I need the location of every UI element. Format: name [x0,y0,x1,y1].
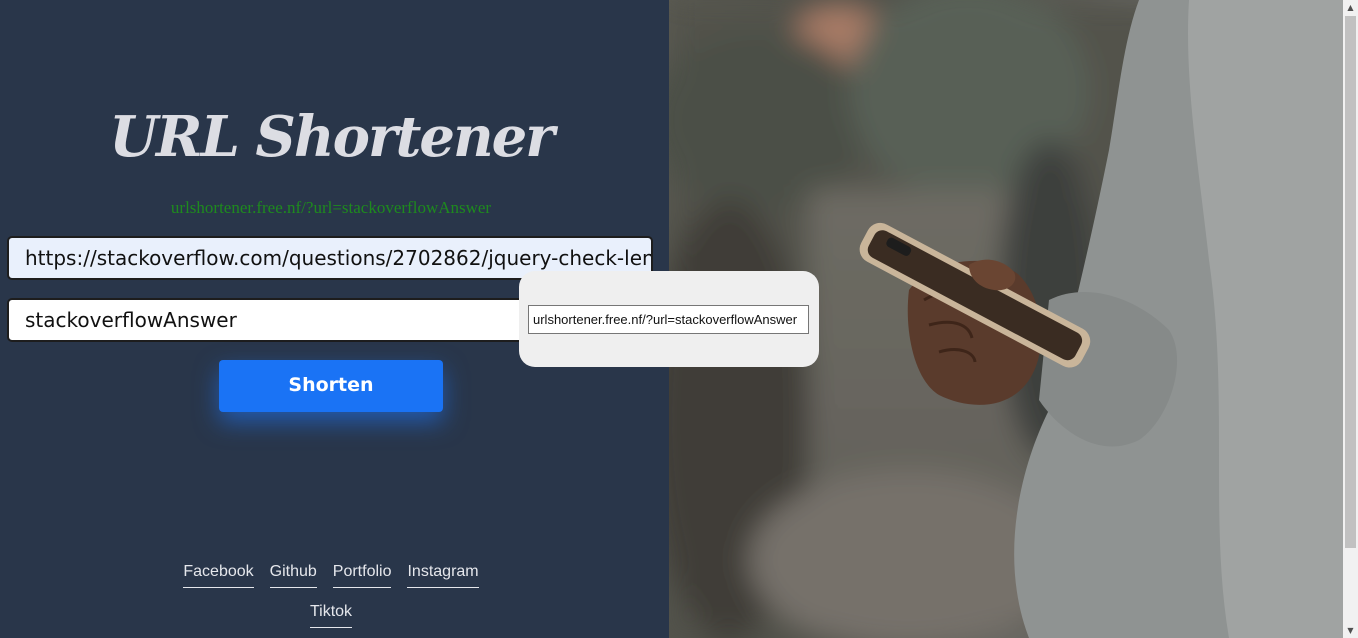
copy-popup: urlshortener.free.nf/?url=stackoverflowA… [519,271,819,367]
page-title: URL Shortener [109,104,555,170]
footer-links: Facebook Github Portfolio Instagram Tikt… [0,563,662,638]
scroll-up-arrow-icon[interactable]: ▲ [1343,0,1358,15]
github-link[interactable]: Github [269,563,317,588]
copy-url-input[interactable]: urlshortener.free.nf/?url=stackoverflowA… [528,305,809,334]
scroll-thumb[interactable] [1345,16,1356,548]
tiktok-link[interactable]: Tiktok [309,603,353,628]
short-url-output[interactable]: urlshortener.free.nf/?url=stackoverflowA… [0,198,662,218]
portfolio-link[interactable]: Portfolio [332,563,392,588]
vertical-scrollbar[interactable]: ▲ ▼ [1343,0,1358,638]
facebook-link[interactable]: Facebook [183,563,254,588]
shorten-button[interactable]: Shorten [219,360,443,412]
scroll-down-arrow-icon[interactable]: ▼ [1343,623,1358,638]
instagram-link[interactable]: Instagram [407,563,479,588]
page: URL Shortener urlshortener.free.nf/?url=… [0,0,1358,638]
